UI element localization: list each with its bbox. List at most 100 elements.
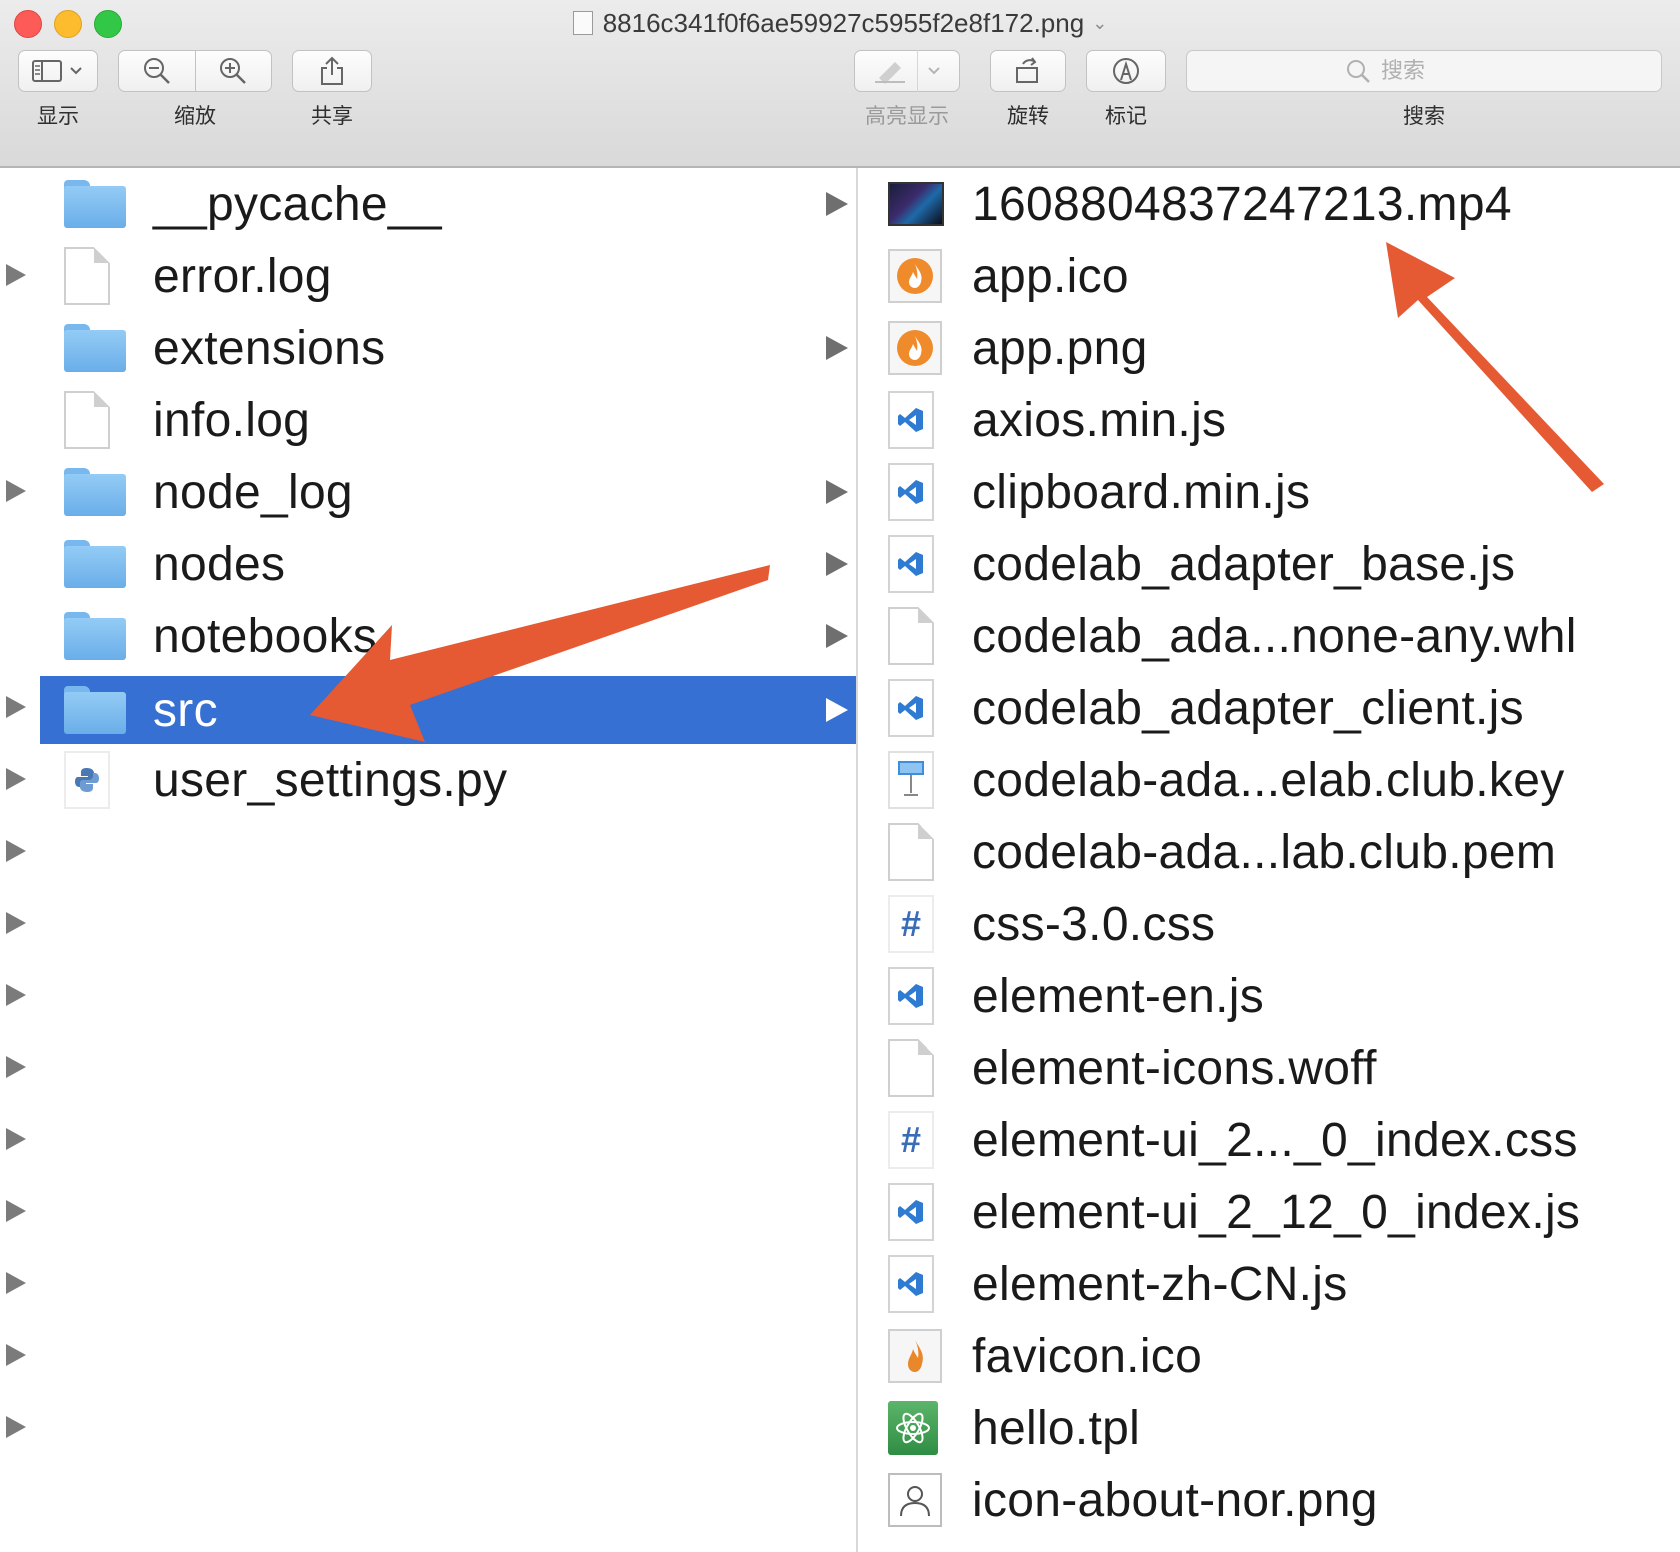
list-item-folder[interactable]: nodes	[40, 528, 856, 600]
zoom-control	[118, 50, 272, 92]
list-item-file[interactable]: favicon.ico	[858, 1320, 1680, 1392]
rotate-icon	[1016, 57, 1038, 83]
flame-icon	[888, 1329, 942, 1383]
file-column[interactable]: 1608804837247213.mp4 app.ico app.png axi…	[858, 168, 1680, 1552]
item-name: src	[153, 683, 218, 737]
item-name: notebooks	[153, 609, 378, 663]
document-icon	[888, 823, 934, 881]
person-icon	[888, 1473, 942, 1527]
folder-column[interactable]: __pycache__ error.log extensions info.lo…	[40, 168, 858, 1552]
list-item-file[interactable]: app.ico	[858, 240, 1680, 312]
list-item-file[interactable]: codelab_adapter_client.js	[858, 672, 1680, 744]
vscode-icon	[888, 1255, 934, 1313]
list-item-file[interactable]: # css-3.0.css	[858, 888, 1680, 960]
list-item-file[interactable]: codelab_ada...none-any.whl	[858, 600, 1680, 672]
vscode-icon	[888, 391, 934, 449]
atom-icon	[888, 1401, 938, 1455]
disclosure-arrow-icon	[6, 1416, 26, 1438]
item-name: axios.min.js	[972, 393, 1227, 447]
highlight-label: 高亮显示	[865, 105, 949, 128]
item-name: clipboard.min.js	[972, 465, 1311, 519]
parent-column-strip[interactable]	[0, 168, 42, 1552]
disclosure-arrow-icon	[6, 1200, 26, 1222]
list-item-file[interactable]: codelab-ada...elab.club.key	[858, 744, 1680, 816]
zoom-in-button[interactable]	[196, 51, 272, 91]
window-title[interactable]: 8816c341f0f6ae59927c5955f2e8f172.png ⌄	[0, 8, 1680, 39]
list-item-file[interactable]: # element-ui_2..._0_index.css	[858, 1104, 1680, 1176]
document-proxy-icon[interactable]	[572, 11, 593, 35]
list-item-file[interactable]: 1608804837247213.mp4	[858, 168, 1680, 240]
chevron-down-icon[interactable]: ⌄	[1092, 13, 1107, 33]
list-item-file[interactable]: clipboard.min.js	[858, 456, 1680, 528]
item-name: favicon.ico	[972, 1329, 1203, 1383]
zoom-out-icon	[143, 58, 170, 84]
vscode-icon	[888, 1183, 934, 1241]
folder-icon	[64, 540, 126, 588]
list-item-file[interactable]: codelab-ada...lab.club.pem	[858, 816, 1680, 888]
list-item-file[interactable]: element-zh-CN.js	[858, 1248, 1680, 1320]
rotate-button[interactable]	[990, 50, 1066, 92]
markup-label: 标记	[1105, 105, 1147, 128]
item-name: hello.tpl	[972, 1401, 1141, 1455]
search-icon	[1347, 60, 1370, 83]
item-name: codelab-ada...lab.club.pem	[972, 825, 1557, 879]
disclosure-arrow-icon	[6, 1128, 26, 1150]
item-name: element-ui_2_12_0_index.js	[972, 1185, 1581, 1239]
disclosure-arrow-icon	[6, 840, 26, 862]
list-item-file[interactable]: app.png	[858, 312, 1680, 384]
highlight-button[interactable]	[854, 50, 960, 92]
view-menu-button[interactable]	[18, 50, 98, 92]
document-icon	[888, 607, 934, 665]
vscode-icon	[888, 535, 934, 593]
disclosure-arrow-icon	[6, 696, 26, 718]
list-item-file[interactable]: info.log	[40, 384, 856, 456]
disclosure-arrow-icon	[6, 984, 26, 1006]
list-item-file[interactable]: codelab_adapter_base.js	[858, 528, 1680, 600]
list-item-folder[interactable]: extensions	[40, 312, 856, 384]
list-item-file[interactable]: user_settings.py	[40, 744, 856, 816]
list-item-folder[interactable]: notebooks	[40, 600, 856, 672]
folder-icon	[64, 180, 126, 228]
list-item-file[interactable]: element-ui_2_12_0_index.js	[858, 1176, 1680, 1248]
list-item-folder[interactable]: node_log	[40, 456, 856, 528]
list-item-folder-selected[interactable]: src	[40, 676, 856, 744]
list-item-file[interactable]: hello.tpl	[858, 1392, 1680, 1464]
list-item-file[interactable]: axios.min.js	[858, 384, 1680, 456]
disclosure-arrow-icon	[826, 698, 848, 722]
zoom-in-icon	[220, 58, 247, 84]
item-name: 1608804837247213.mp4	[972, 177, 1512, 231]
list-item-file[interactable]: icon-about-nor.png	[858, 1464, 1680, 1536]
item-name: codelab_adapter_base.js	[972, 537, 1516, 591]
highlighter-icon	[874, 62, 905, 84]
list-item-file[interactable]: error.log	[40, 240, 856, 312]
share-label: 共享	[311, 105, 353, 128]
item-name: error.log	[153, 249, 332, 303]
preview-window: 8816c341f0f6ae59927c5955f2e8f172.png ⌄ 显示	[0, 0, 1680, 1552]
list-item-file[interactable]: element-icons.woff	[858, 1032, 1680, 1104]
markup-button[interactable]	[1086, 50, 1166, 92]
folder-icon	[64, 686, 126, 734]
search-field[interactable]	[1186, 50, 1662, 92]
share-icon	[321, 56, 343, 85]
item-name: app.ico	[972, 249, 1129, 303]
item-name: nodes	[153, 537, 286, 591]
folder-icon	[64, 468, 126, 516]
item-name: node_log	[153, 465, 353, 519]
disclosure-arrow-icon	[826, 552, 848, 576]
share-button[interactable]	[292, 50, 372, 92]
title-bar: 8816c341f0f6ae59927c5955f2e8f172.png ⌄ 显示	[0, 0, 1680, 168]
disclosure-arrow-icon	[6, 264, 26, 286]
css-icon: #	[888, 895, 934, 953]
item-name: element-zh-CN.js	[972, 1257, 1348, 1311]
zoom-out-button[interactable]	[119, 51, 195, 91]
list-item-folder[interactable]: __pycache__	[40, 168, 856, 240]
item-name: css-3.0.css	[972, 897, 1216, 951]
list-item-file[interactable]: element-en.js	[858, 960, 1680, 1032]
item-name: icon-about-nor.png	[972, 1473, 1378, 1527]
flame-icon	[888, 321, 942, 375]
keynote-icon	[888, 751, 934, 809]
css-icon: #	[888, 1111, 934, 1169]
item-name: element-ui_2..._0_index.css	[972, 1113, 1578, 1167]
search-input[interactable]	[1379, 57, 1503, 85]
disclosure-arrow-icon	[6, 768, 26, 790]
